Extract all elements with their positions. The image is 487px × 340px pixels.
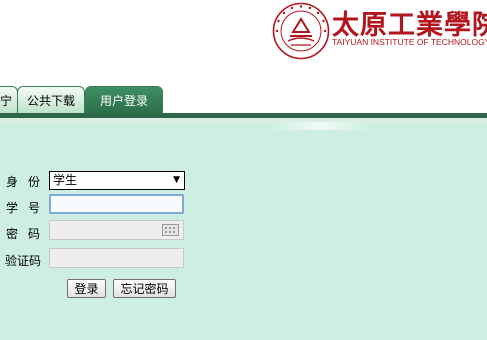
tab-label: 宁 <box>0 93 12 108</box>
tab-label: 用户登录 <box>99 93 148 108</box>
school-name-english: TAIYUAN INSTITUTE OF TECHNOLOGY <box>332 37 487 47</box>
tab-partial[interactable]: 宁 <box>0 86 18 113</box>
identity-label: 身份 <box>6 175 51 189</box>
keyboard-icon[interactable] <box>162 224 179 236</box>
school-seal-logo <box>272 2 330 60</box>
tab-label: 公共下载 <box>26 93 75 108</box>
login-button[interactable]: 登录 <box>67 279 106 298</box>
decorative-fade <box>265 122 375 130</box>
tab-public-downloads[interactable]: 公共下载 <box>17 86 85 113</box>
identity-select-value: 学生 <box>53 173 78 187</box>
dropdown-arrow-icon: ▼ <box>173 175 180 185</box>
identity-select[interactable]: 学生 ▼ <box>49 171 185 190</box>
student-id-label: 学号 <box>6 201 51 215</box>
login-form: 身份 学生 ▼ 学号 密码 验证码 登录 忘记密码 <box>0 122 487 340</box>
student-id-input[interactable] <box>49 194 184 214</box>
forgot-password-button[interactable]: 忘记密码 <box>113 279 176 298</box>
tab-user-login[interactable]: 用户登录 <box>85 86 163 113</box>
password-label: 密码 <box>6 227 51 241</box>
captcha-label: 验证码 <box>5 254 42 268</box>
captcha-input[interactable] <box>49 248 184 268</box>
password-input[interactable] <box>49 220 184 240</box>
